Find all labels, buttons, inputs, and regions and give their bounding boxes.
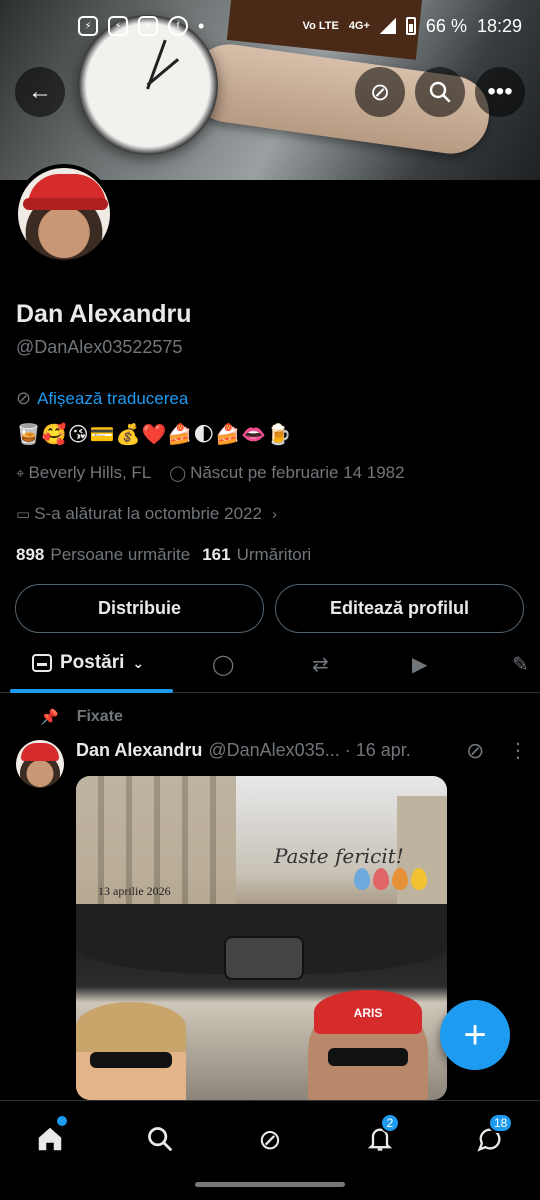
show-translation-link[interactable]: ⊘ Afișează traducerea	[16, 388, 188, 409]
profile-tabs: ▬ Postări ⌄ ◯ ⇄ ▶ ✎	[0, 640, 540, 693]
notification-icons: ⚡ ⚡ ⚡ f •	[78, 16, 204, 37]
search-button[interactable]	[415, 67, 465, 117]
search-icon	[148, 1127, 172, 1151]
easter-egg	[373, 868, 389, 890]
post-grok-button[interactable]: ⊘	[466, 738, 484, 764]
dot-icon: •	[198, 15, 205, 36]
image-cap: ARIS	[314, 990, 422, 1034]
avatar-cap	[21, 743, 59, 761]
post-header: Dan Alexandru @DanAlex035... · 16 apr.	[76, 740, 411, 761]
article-icon: ✎	[512, 654, 529, 676]
pinned-indicator: 📌 Fixate	[40, 708, 123, 726]
pin-icon: 📌	[40, 709, 59, 726]
followers-count[interactable]: 161	[202, 545, 230, 565]
easter-egg	[354, 868, 370, 890]
home-unread-dot	[57, 1116, 67, 1126]
battery-icon	[405, 17, 416, 35]
show-translation-label: Afișează traducerea	[37, 388, 189, 408]
plus-icon: +	[463, 1012, 487, 1057]
facebook-icon: f	[168, 16, 188, 36]
post-more-button[interactable]: ⋮	[508, 738, 528, 763]
messenger-icon: ⚡	[138, 16, 158, 36]
follow-stats: 898 Persoane urmărite 161 Urmăritori	[16, 545, 311, 565]
compose-button[interactable]: +	[440, 1000, 510, 1070]
profile-name: Dan Alexandru	[16, 300, 192, 328]
video-icon: ▶	[412, 654, 428, 676]
back-button[interactable]: ←	[15, 67, 65, 117]
followers-label[interactable]: Urmăritori	[237, 545, 312, 565]
tab-articles[interactable]: ✎	[512, 652, 529, 677]
edit-profile-button[interactable]: Editează profilul	[275, 584, 524, 633]
grok-icon: ⊘	[466, 738, 485, 763]
image-sunglasses	[90, 1052, 172, 1068]
image-person-left	[76, 1002, 186, 1100]
pinned-label: Fixate	[76, 708, 123, 725]
profile-bio: 🥃🥰😘💳💰❤️🍰🌓🍰👄🍺	[16, 422, 293, 446]
profile-avatar[interactable]	[14, 164, 114, 264]
nav-grok[interactable]: ⊘	[250, 1119, 290, 1159]
more-button[interactable]: •••	[475, 67, 525, 117]
location-icon: ⌖	[16, 464, 25, 482]
profile-meta-line1: ⌖ Beverly Hills, FL ◯ Născut pe februari…	[16, 463, 405, 483]
tab-posts[interactable]: ▬ Postări ⌄	[32, 652, 144, 674]
tab-replies[interactable]: ◯	[212, 652, 234, 677]
messenger-icon: ⚡	[78, 16, 98, 36]
image-greeting: Paste fericit!	[274, 844, 404, 868]
image-rearview-mirror	[224, 936, 304, 980]
battery-level: 66 %	[425, 15, 467, 36]
image-easter-eggs	[354, 868, 427, 890]
tab-media[interactable]: ▶	[412, 652, 427, 677]
gesture-bar[interactable]	[195, 1182, 345, 1187]
birth-text: Născut pe februarie 14 1982	[190, 463, 405, 482]
reply-icon: ◯	[212, 654, 235, 676]
following-count[interactable]: 898	[16, 545, 44, 565]
image-hair	[76, 1002, 186, 1052]
easter-egg	[411, 868, 427, 890]
tab-posts-label: Postări	[60, 652, 125, 673]
more-vertical-icon: ⋮	[508, 740, 528, 762]
clock: 18:29	[476, 15, 522, 36]
grok-button[interactable]: ⊘	[355, 67, 405, 117]
post-handle-time: @DanAlex035... · 16 apr.	[208, 740, 411, 760]
status-bar: ⚡ ⚡ ⚡ f • Vo LTE 4G+ 66 % 18:29	[0, 0, 540, 52]
more-icon: •••	[487, 78, 513, 105]
arrow-left-icon: ←	[28, 78, 52, 105]
nav-search[interactable]	[140, 1119, 180, 1159]
image-date: 13 aprilie 2026	[98, 884, 171, 898]
repost-icon: ⇄	[312, 654, 329, 676]
network-type: 4G+	[348, 20, 370, 32]
tab-active-indicator	[10, 689, 173, 693]
messenger-icon: ⚡	[108, 16, 128, 36]
post-image[interactable]: Paste fericit! 13 aprilie 2026 ARIS	[76, 776, 447, 1100]
post-author[interactable]: Dan Alexandru	[76, 740, 202, 761]
easter-egg	[392, 868, 408, 890]
share-button[interactable]: Distribuie	[15, 584, 264, 633]
grok-icon: ⊘	[16, 388, 32, 408]
messages-badge: 18	[488, 1113, 514, 1133]
grok-icon: ⊘	[258, 1123, 282, 1155]
notifications-badge: 2	[380, 1113, 400, 1133]
signal-icon	[379, 18, 396, 34]
location-text: Beverly Hills, FL	[28, 463, 152, 482]
image-person-right: ARIS	[308, 990, 428, 1100]
calendar-icon: ▭	[16, 506, 31, 523]
tab-reposts[interactable]: ⇄	[312, 652, 329, 677]
grok-icon: ⊘	[369, 78, 391, 106]
chevron-right-icon: ›	[271, 505, 277, 523]
balloon-icon: ◯	[169, 465, 187, 482]
image-sunglasses	[328, 1048, 408, 1066]
profile-meta-line2[interactable]: ▭ S-a alăturat la octombrie 2022 ›	[16, 504, 277, 524]
avatar-visor	[23, 198, 108, 210]
following-label[interactable]: Persoane urmărite	[50, 545, 190, 565]
joined-text: S-a alăturat la octombrie 2022	[34, 504, 262, 523]
profile-handle: @DanAlex03522575	[16, 337, 183, 357]
home-icon	[38, 1127, 62, 1151]
post-avatar[interactable]	[16, 740, 64, 788]
volte-label: Vo LTE	[302, 20, 339, 32]
search-icon	[429, 81, 451, 103]
chevron-down-icon: ⌄	[132, 654, 145, 671]
posts-icon: ▬	[32, 654, 52, 672]
